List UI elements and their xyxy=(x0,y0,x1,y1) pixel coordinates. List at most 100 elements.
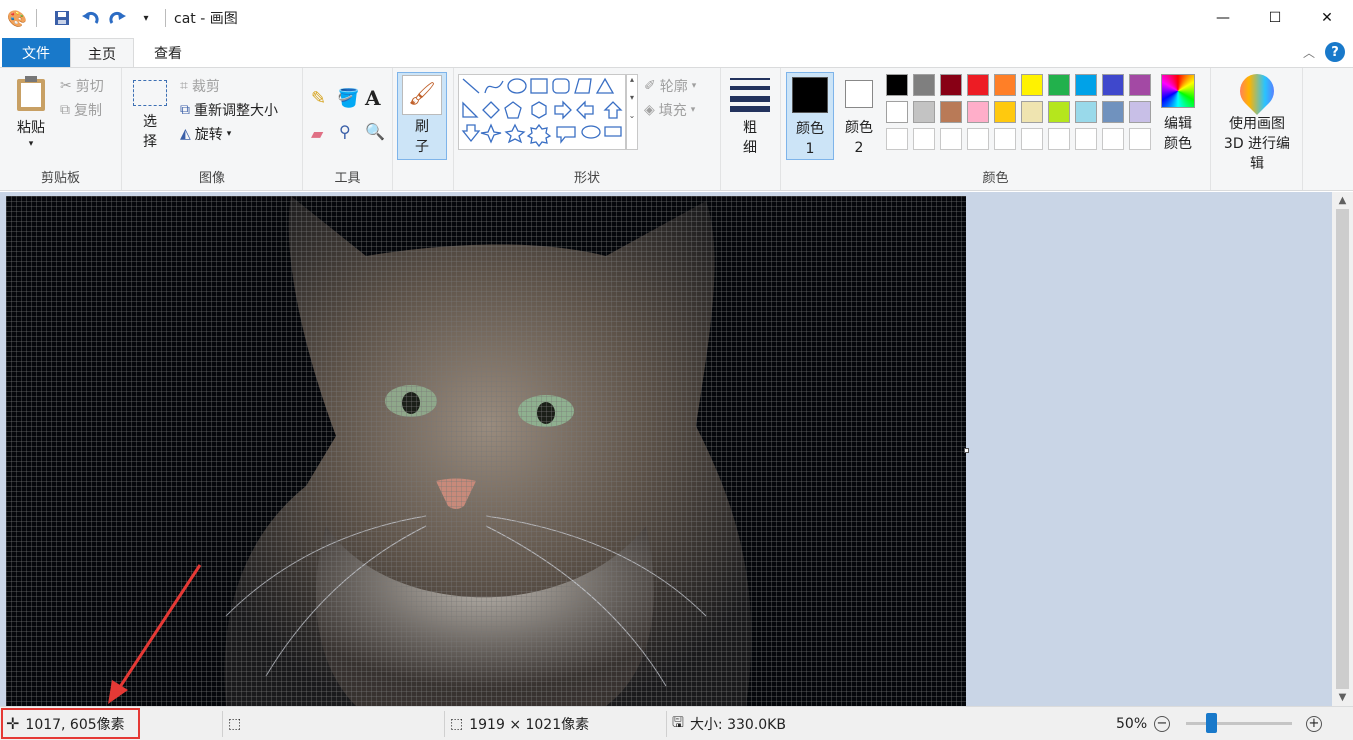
scroll-thumb[interactable] xyxy=(1336,209,1349,689)
paint3d-group: 使用画图 3D 进行编辑 xyxy=(1211,66,1303,190)
tab-home[interactable]: 主页 xyxy=(70,38,134,68)
paint-app-icon[interactable]: 🎨 xyxy=(6,7,28,29)
cut-label: 剪切 xyxy=(75,79,104,95)
zoom-in-icon: + xyxy=(1306,715,1322,732)
palette-swatch[interactable] xyxy=(994,74,1016,96)
copy-label: 复制 xyxy=(74,103,102,119)
palette-swatch[interactable] xyxy=(1102,101,1124,123)
color-wheel-icon xyxy=(1161,74,1195,108)
customize-toolbar-icon[interactable]: ▾ xyxy=(135,7,157,29)
brushes-button[interactable]: 🖌 刷子 xyxy=(397,72,447,160)
minimize-button[interactable]: — xyxy=(1197,0,1249,36)
color2-label: 颜色 2 xyxy=(845,120,873,156)
palette-swatch[interactable] xyxy=(913,74,935,96)
status-bar: ✛ 1017, 605像素 ⬚ ⬚ 1919 × 1021像素 🖫 大小: 33… xyxy=(0,706,1353,740)
zoom-in-button[interactable]: + xyxy=(1306,707,1322,740)
palette-swatch[interactable] xyxy=(994,101,1016,123)
color1-button[interactable]: 颜色 1 xyxy=(786,72,834,160)
palette-swatch[interactable] xyxy=(1021,101,1043,123)
zoom-out-button[interactable]: − xyxy=(1154,707,1170,740)
tools-group: ✎ 🪣 A ▰ ⚲ 🔍 工具 xyxy=(303,68,393,190)
save-icon[interactable] xyxy=(51,7,73,29)
group-label: 工具 xyxy=(334,171,361,186)
palette-swatch[interactable] xyxy=(967,101,989,123)
custom-color-slot[interactable] xyxy=(1075,128,1097,150)
palette-swatch[interactable] xyxy=(1129,74,1151,96)
custom-color-slot[interactable] xyxy=(913,128,935,150)
fill-button[interactable]: ◈ 填充 ▾ xyxy=(644,100,695,120)
scroll-down-icon[interactable]: ▼ xyxy=(1332,689,1353,706)
palette-swatch[interactable] xyxy=(1075,101,1097,123)
rotate-button[interactable]: ◭ 旋转 ▾ xyxy=(180,124,231,144)
redo-icon[interactable] xyxy=(107,7,129,29)
custom-color-slot[interactable] xyxy=(994,128,1016,150)
chevron-down-icon: ▾ xyxy=(226,129,232,139)
custom-color-slot[interactable] xyxy=(1129,128,1151,150)
chevron-down-icon: ▾ xyxy=(28,139,34,149)
palette-swatch[interactable] xyxy=(1048,74,1070,96)
group-label: 形状 xyxy=(573,171,600,186)
vertical-scrollbar[interactable]: ▲ ▼ xyxy=(1332,192,1353,706)
help-icon[interactable]: ? xyxy=(1325,42,1345,62)
shapes-gallery[interactable] xyxy=(458,74,626,150)
scroll-up-icon[interactable]: ▲ xyxy=(1332,192,1353,209)
palette-swatch[interactable] xyxy=(886,74,908,96)
paint3d-button[interactable]: 使用画图 3D 进行编辑 xyxy=(1215,66,1299,174)
palette-swatch[interactable] xyxy=(913,101,935,123)
pencil-icon[interactable]: ✎ xyxy=(311,88,326,109)
crop-label: 裁剪 xyxy=(191,79,220,95)
group-label: 剪贴板 xyxy=(40,171,80,186)
size-button[interactable]: 粗细 xyxy=(727,76,773,158)
outline-button[interactable]: ✐ 轮廓 ▾ xyxy=(644,76,696,96)
color2-button[interactable]: 颜色 2 xyxy=(837,72,881,160)
shapes-scrollbar[interactable]: ▴ ▾ ⌄ xyxy=(626,74,638,150)
tab-file[interactable]: 文件 xyxy=(2,38,70,68)
file-size: 🖫 大小: 330.0KB xyxy=(672,707,786,740)
palette-swatch[interactable] xyxy=(1048,101,1070,123)
color1-swatch xyxy=(792,77,828,113)
palette-swatch[interactable] xyxy=(1102,74,1124,96)
fill-bucket-icon[interactable]: 🪣 xyxy=(337,88,359,109)
maximize-button[interactable]: ☐ xyxy=(1249,0,1301,36)
resize-button[interactable]: ⧉ 重新调整大小 xyxy=(180,100,278,120)
copy-button[interactable]: ⧉ 复制 xyxy=(60,100,102,120)
crop-button[interactable]: ⌗ 裁剪 xyxy=(180,76,220,96)
magnifier-icon[interactable]: 🔍 xyxy=(365,122,385,141)
custom-color-slot[interactable] xyxy=(886,128,908,150)
line-width-icon xyxy=(730,78,770,112)
paint3d-label: 使用画图 3D 进行编辑 xyxy=(1223,116,1291,172)
resize-handle[interactable] xyxy=(964,448,969,453)
selection-size: ⬚ xyxy=(228,707,241,740)
divider xyxy=(222,711,223,737)
palette-swatch[interactable] xyxy=(1075,74,1097,96)
custom-color-slot[interactable] xyxy=(1048,128,1070,150)
palette-swatch[interactable] xyxy=(1021,74,1043,96)
ribbon-tabs: 文件 主页 查看 ︿ ? xyxy=(0,36,1353,68)
paste-label: 粘贴 xyxy=(17,120,45,136)
paste-button[interactable]: 粘贴 ▾ xyxy=(6,74,56,150)
undo-icon[interactable] xyxy=(79,7,101,29)
palette-swatch[interactable] xyxy=(967,74,989,96)
palette-swatch[interactable] xyxy=(1129,101,1151,123)
zoom-slider-track[interactable] xyxy=(1186,722,1292,725)
palette-swatch[interactable] xyxy=(940,74,962,96)
cut-button[interactable]: ✂ 剪切 xyxy=(60,76,104,96)
image-canvas[interactable] xyxy=(6,196,966,706)
select-label: 选择 xyxy=(143,114,157,150)
chevron-down-icon: ▾ xyxy=(690,105,696,115)
zoom-slider-thumb[interactable] xyxy=(1206,713,1217,733)
palette-swatch[interactable] xyxy=(886,101,908,123)
custom-color-slot[interactable] xyxy=(1021,128,1043,150)
close-button[interactable]: ✕ xyxy=(1301,0,1353,36)
tab-view[interactable]: 查看 xyxy=(136,38,200,68)
custom-color-slot[interactable] xyxy=(1102,128,1124,150)
collapse-ribbon-icon[interactable]: ︿ xyxy=(1303,44,1315,61)
select-button[interactable]: 选择 xyxy=(132,80,168,152)
custom-color-slot[interactable] xyxy=(967,128,989,150)
custom-color-slot[interactable] xyxy=(940,128,962,150)
palette-swatch[interactable] xyxy=(940,101,962,123)
eraser-icon[interactable]: ▰ xyxy=(311,124,323,143)
edit-colors-button[interactable]: 编辑颜色 xyxy=(1153,72,1203,154)
color-picker-icon[interactable]: ⚲ xyxy=(339,122,351,141)
text-icon[interactable]: A xyxy=(365,86,381,110)
